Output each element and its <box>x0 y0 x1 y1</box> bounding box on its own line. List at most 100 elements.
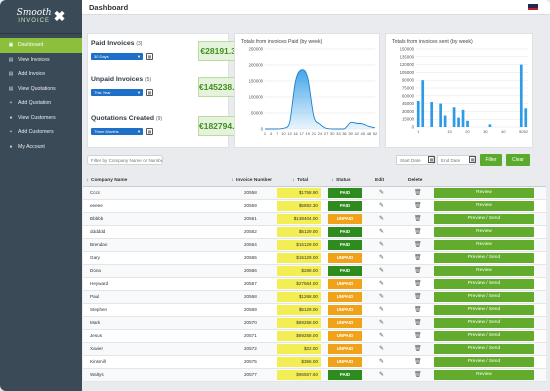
flag-icon[interactable] <box>528 4 538 10</box>
sidebar-item-my-account[interactable]: ● My Account <box>0 140 82 155</box>
row-action-button[interactable]: Preview / Send <box>434 214 534 224</box>
calendar-icon[interactable]: ▦ <box>146 89 153 96</box>
table-row: Cccc 20558 $1758.90 PAID ✎ 🗑 Review <box>83 187 546 200</box>
table-row: Stephen 20569 $5129.00 UNPAID ✎ 🗑 Previe… <box>83 304 546 317</box>
logo-tools-icon: ✖ <box>53 8 66 24</box>
company-name: Mark <box>90 320 101 325</box>
sidebar-item-dashboard[interactable]: ▣ Dashboard <box>0 38 82 53</box>
calendar-icon[interactable]: ▦ <box>146 53 153 60</box>
pencil-icon[interactable]: ✎ <box>379 293 384 300</box>
bar <box>461 109 465 127</box>
trash-icon[interactable]: 🗑 <box>414 280 422 287</box>
row-action-button[interactable]: Review <box>434 266 534 276</box>
row-action-button[interactable]: Preview / Send <box>434 292 534 302</box>
invoice-number: 20564 <box>244 242 257 247</box>
trash-icon[interactable]: 🗑 <box>414 228 422 235</box>
row-action-button[interactable]: Preview / Send <box>434 331 534 341</box>
sidebar-item-view-customers[interactable]: ● View Customers <box>0 111 82 126</box>
pencil-icon[interactable]: ✎ <box>379 306 384 313</box>
trash-icon[interactable]: 🗑 <box>414 254 422 261</box>
period-select[interactable]: 30 Days ▼ <box>91 53 143 60</box>
status-badge: UNPAID <box>328 292 362 302</box>
table-header: ↓ Company Name ↓ Invoice Number ↓ Total … <box>83 175 546 187</box>
pencil-icon[interactable]: ✎ <box>379 267 384 274</box>
table-row: Brendan 20564 $15129.00 PAID ✎ 🗑 Review <box>83 239 546 252</box>
trash-icon[interactable]: 🗑 <box>414 319 422 326</box>
trash-icon[interactable]: 🗑 <box>414 306 422 313</box>
row-action-button[interactable]: Preview / Send <box>434 318 534 328</box>
pencil-icon[interactable]: ✎ <box>379 345 384 352</box>
row-action-button[interactable]: Preview / Send <box>434 305 534 315</box>
pencil-icon[interactable]: ✎ <box>379 215 384 222</box>
trash-icon[interactable]: 🗑 <box>414 202 422 209</box>
trash-icon[interactable]: 🗑 <box>414 215 422 222</box>
total-header[interactable]: Total <box>297 178 308 183</box>
invoice-total: $5882.30 <box>277 201 321 211</box>
trash-icon[interactable]: 🗑 <box>414 241 422 248</box>
trash-icon[interactable]: 🗑 <box>414 332 422 339</box>
sort-icon[interactable]: ↓ <box>331 178 333 183</box>
sidebar-item-add-customers[interactable]: + Add Customers <box>0 125 82 140</box>
status-badge: PAID <box>328 266 362 276</box>
period-select[interactable]: Three Months ▼ <box>91 128 143 135</box>
pencil-icon[interactable]: ✎ <box>379 228 384 235</box>
sidebar-item-add-quotation[interactable]: + Add Quotation <box>0 96 82 111</box>
company-header[interactable]: Company Name <box>91 178 127 183</box>
pencil-icon[interactable]: ✎ <box>379 332 384 339</box>
filter-button[interactable]: Filter <box>480 154 502 166</box>
row-action-button[interactable]: Review <box>434 227 534 237</box>
table-row: dddddd 20562 $5129.00 PAID ✎ 🗑 Review <box>83 226 546 239</box>
row-action-button[interactable]: Preview / Send <box>434 357 534 367</box>
calendar-icon[interactable]: ▦ <box>428 156 435 163</box>
sort-icon[interactable]: ↓ <box>292 178 294 183</box>
table-row: Jesus 20571 $69258.00 UNPAID ✎ 🗑 Preview… <box>83 330 546 343</box>
pencil-icon[interactable]: ✎ <box>379 202 384 209</box>
pencil-icon[interactable]: ✎ <box>379 371 384 378</box>
row-action-button[interactable]: Review <box>434 370 534 380</box>
y-tick-label: 135000 <box>400 54 415 59</box>
sidebar-item-view-quotations[interactable]: ▤ View Quotations <box>0 82 82 97</box>
document-icon: ▤ <box>8 85 14 92</box>
row-action-button[interactable]: Review <box>434 188 534 198</box>
sidebar-nav: ▣ Dashboard ▤ View Invoices ▤ Add Invoice ▤ Vie… <box>0 38 82 154</box>
sidebar-item-view-invoices[interactable]: ▤ View Invoices <box>0 53 82 68</box>
invoice-total: $22.00 <box>277 344 321 354</box>
trash-icon[interactable]: 🗑 <box>414 293 422 300</box>
invoice-total: $288.00 <box>277 266 321 276</box>
pencil-icon[interactable]: ✎ <box>379 241 384 248</box>
trash-icon[interactable]: 🗑 <box>414 189 422 196</box>
row-action-button[interactable]: Review <box>434 201 534 211</box>
sidebar-item-add-invoice[interactable]: ▤ Add Invoice <box>0 67 82 82</box>
trash-icon[interactable]: 🗑 <box>414 371 422 378</box>
status-badge: UNPAID <box>328 344 362 354</box>
pencil-icon[interactable]: ✎ <box>379 358 384 365</box>
company-name: Dona <box>90 268 101 273</box>
pencil-icon[interactable]: ✎ <box>379 280 384 287</box>
period-select[interactable]: This Year ▼ <box>91 89 143 96</box>
app-logo[interactable]: Smooth INVOICE ✖ <box>0 0 82 34</box>
row-action-button[interactable]: Preview / Send <box>434 253 534 263</box>
company-name: Stephen <box>90 307 108 312</box>
sidebar-item-label: Add Quotation <box>18 100 52 107</box>
row-action-button[interactable]: Preview / Send <box>434 344 534 354</box>
invoice-header[interactable]: Invoice Number <box>236 178 272 183</box>
calendar-icon[interactable]: ▦ <box>469 156 476 163</box>
paid-area-chart: 0500001000001500002000002500001 4 7 10 13 16 1… <box>249 47 378 137</box>
x-tick-label: 10 <box>447 129 452 134</box>
row-action-button[interactable]: Review <box>434 240 534 250</box>
paid-chart-panel: Totals from invoices Paid (by week) 0 500… <box>234 33 380 148</box>
trash-icon[interactable]: 🗑 <box>414 267 422 274</box>
pencil-icon[interactable]: ✎ <box>379 319 384 326</box>
row-action-button[interactable]: Preview / Send <box>434 279 534 289</box>
status-header[interactable]: Status <box>336 178 351 183</box>
calendar-icon[interactable]: ▦ <box>146 128 153 135</box>
sort-icon[interactable]: ↓ <box>231 178 233 183</box>
user-icon: ● <box>9 143 13 150</box>
clear-button[interactable]: Clear <box>506 154 530 166</box>
pencil-icon[interactable]: ✎ <box>379 189 384 196</box>
trash-icon[interactable]: 🗑 <box>414 345 422 352</box>
pencil-icon[interactable]: ✎ <box>379 254 384 261</box>
sort-icon[interactable]: ↓ <box>86 178 88 183</box>
company-filter-input[interactable] <box>87 155 163 165</box>
trash-icon[interactable]: 🗑 <box>414 358 422 365</box>
